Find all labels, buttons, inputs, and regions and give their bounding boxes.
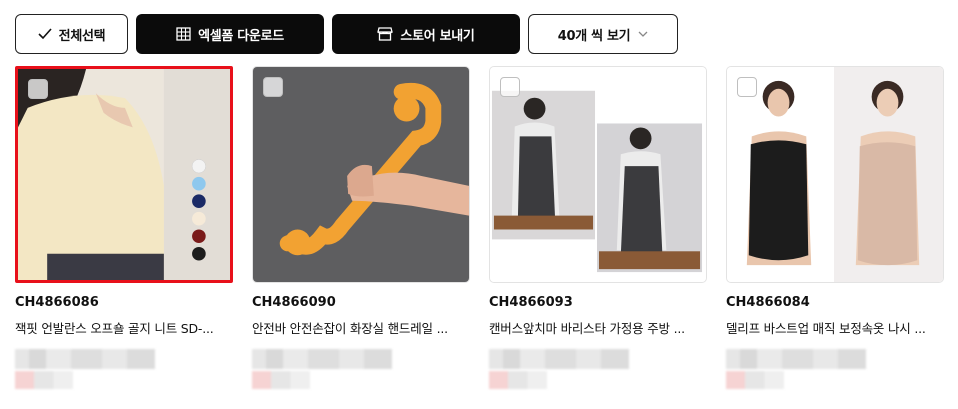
product-card[interactable]: CH4866090 안전바 안전손잡이 화장실 핸드레일 ...	[252, 66, 470, 389]
product-card[interactable]: CH4866086 잭핏 언발란스 오프숄 골지 니트 SD-...	[15, 66, 233, 389]
product-code: CH4866090	[252, 295, 336, 310]
product-image	[727, 67, 943, 282]
product-title[interactable]: 잭핏 언발란스 오프숄 골지 니트 SD-...	[15, 318, 233, 337]
excel-download-label: 엑셀폼 다운로드	[198, 28, 284, 44]
product-thumbnail[interactable]	[726, 66, 944, 283]
product-checkbox[interactable]	[737, 77, 757, 97]
chevron-down-icon	[638, 31, 648, 37]
send-to-store-button[interactable]: 스토어 보내기	[332, 14, 520, 54]
blurred-badge	[15, 371, 73, 389]
product-card[interactable]: CH4866093 캔버스앞치마 바리스타 가정용 주방 ...	[489, 66, 707, 389]
select-all-label: 전체선택	[58, 28, 106, 44]
product-title[interactable]: 델리프 바스트업 매직 보정속옷 나시 ...	[726, 318, 944, 337]
send-to-store-label: 스토어 보내기	[400, 28, 475, 44]
product-title[interactable]: 캔버스앞치마 바리스타 가정용 주방 ...	[489, 318, 707, 337]
product-checkbox[interactable]	[500, 77, 520, 97]
product-checkbox[interactable]	[263, 77, 283, 97]
product-card[interactable]: CH4866084 델리프 바스트업 매직 보정속옷 나시 ...	[726, 66, 944, 389]
select-all-button[interactable]: 전체선택	[15, 14, 128, 54]
product-thumbnail[interactable]	[252, 66, 470, 283]
product-thumbnail[interactable]	[15, 66, 233, 283]
blurred-price	[15, 349, 155, 369]
product-title[interactable]: 안전바 안전손잡이 화장실 핸드레일 ...	[252, 318, 470, 337]
product-image	[490, 67, 706, 282]
product-code: CH4866084	[726, 295, 810, 310]
blurred-badge	[726, 371, 784, 389]
check-icon	[38, 28, 52, 40]
product-code: CH4866086	[15, 295, 99, 310]
blurred-badge	[252, 371, 310, 389]
product-code: CH4866093	[489, 295, 573, 310]
spreadsheet-icon	[176, 27, 191, 41]
product-image	[253, 67, 469, 282]
store-icon	[377, 27, 394, 41]
view-count-label: 40개 씩 보기	[557, 28, 631, 44]
blurred-price	[489, 349, 629, 369]
blurred-badge	[489, 371, 547, 389]
blurred-price	[252, 349, 392, 369]
view-count-dropdown[interactable]: 40개 씩 보기	[528, 14, 678, 54]
excel-download-button[interactable]: 엑셀폼 다운로드	[136, 14, 324, 54]
product-thumbnail[interactable]	[489, 66, 707, 283]
product-checkbox[interactable]	[28, 79, 48, 99]
toolbar: 전체선택 엑셀폼 다운로드 스토어 보내기 40개 씩 보기	[15, 14, 685, 54]
product-image	[18, 69, 230, 280]
blurred-price	[726, 349, 866, 369]
